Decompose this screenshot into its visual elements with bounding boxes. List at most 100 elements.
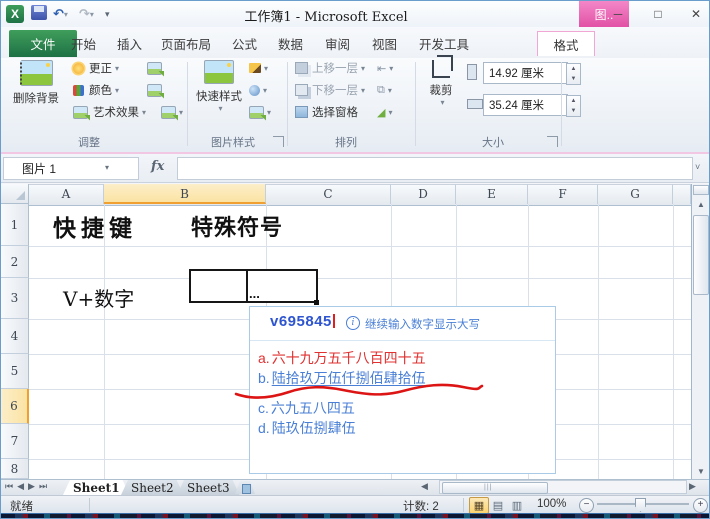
row-header-7[interactable]: 7 xyxy=(1,424,29,459)
chevron-down-icon: ▾ xyxy=(264,64,268,73)
info-icon: i xyxy=(346,316,360,330)
insert-function-icon[interactable]: fx xyxy=(151,159,164,174)
crop-button[interactable]: 裁剪 ▾ xyxy=(421,60,461,107)
ime-candidate-d[interactable]: d.陆玖伍捌肆伍 xyxy=(258,418,356,438)
hscroll-right-icon[interactable]: ▶ xyxy=(689,481,696,492)
picture-border-button[interactable]: ▾ xyxy=(249,60,268,76)
corrections-icon xyxy=(73,63,84,74)
ime-candidate-a[interactable]: a.六十九万五千八百四十五 xyxy=(258,348,426,368)
group-objects-button[interactable]: ⧉▾ xyxy=(377,82,392,98)
zoom-out-icon[interactable]: − xyxy=(579,498,594,513)
vertical-scroll-thumb[interactable] xyxy=(693,215,709,295)
split-box[interactable] xyxy=(693,185,709,195)
shape-width-field[interactable]: 35.24 厘米 ▲▼ xyxy=(483,94,568,116)
chevron-down-icon: ▾ xyxy=(267,108,271,117)
sheet-tab-sheet2[interactable]: Sheet2 xyxy=(121,480,184,495)
view-page-break-icon[interactable]: ▥ xyxy=(507,497,527,514)
tab-review[interactable]: 审阅 xyxy=(315,31,360,55)
ime-composition-ellipsis: ... xyxy=(249,286,260,301)
quick-styles-button[interactable]: 快速样式 ▾ xyxy=(193,60,245,113)
rotate-icon: ◢ xyxy=(377,106,385,119)
tab-format[interactable]: 格式 xyxy=(537,31,595,56)
send-backward-button[interactable]: 下移一层▾ xyxy=(295,82,365,98)
excel-logo-icon: X xyxy=(6,5,24,23)
close-button[interactable]: ✕ xyxy=(685,5,707,23)
corrections-button[interactable]: 更正▾ xyxy=(73,60,119,76)
picture-layout-button[interactable]: ▾ xyxy=(249,104,271,120)
chevron-down-icon: ▾ xyxy=(388,86,392,95)
sheet-tab-sheet3[interactable]: Sheet3 xyxy=(177,480,240,495)
reset-picture-button[interactable]: ▾ xyxy=(161,104,183,120)
scroll-down-icon[interactable]: ▼ xyxy=(693,467,709,476)
picture-effects-button[interactable]: ▾ xyxy=(249,82,267,98)
shape-height-field[interactable]: 14.92 厘米 ▲▼ xyxy=(483,62,568,84)
maximize-button[interactable]: □ xyxy=(647,5,669,23)
ime-composition-divider xyxy=(246,269,248,303)
selection-pane-button[interactable]: 选择窗格 xyxy=(295,104,358,120)
expand-formula-bar-icon[interactable]: ˅ xyxy=(695,162,700,172)
ribbon-tab-row: 文件 开始 插入 页面布局 公式 数据 审阅 视图 开发工具 格式 ˄ ? ─ … xyxy=(1,27,710,58)
artistic-effects-button[interactable]: 艺术效果▾ xyxy=(73,104,146,120)
chevron-down-icon: ▾ xyxy=(389,64,393,73)
tab-view[interactable]: 视图 xyxy=(362,31,407,55)
sheet-navigation-icons[interactable]: ⏮◀▶⏭ xyxy=(5,481,51,492)
reset-picture-icon xyxy=(161,106,176,119)
group-separator xyxy=(287,62,288,146)
undo-icon[interactable]: ↶▾ xyxy=(53,5,68,23)
title-bar: X ↶▾ ↷▾ ▾ 工作簿1 - Microsoft Excel 图.. ─ □… xyxy=(1,1,710,28)
redo-icon[interactable]: ↷▾ xyxy=(79,5,94,23)
row-header-4[interactable]: 4 xyxy=(1,319,29,354)
selection-pane-icon xyxy=(295,106,308,118)
minimize-button[interactable]: ─ xyxy=(607,5,629,23)
change-picture-button[interactable] xyxy=(147,82,162,98)
hscroll-left-icon[interactable]: ◀ xyxy=(421,481,428,492)
row-header-2[interactable]: 2 xyxy=(1,246,29,278)
compress-picture-button[interactable] xyxy=(147,60,162,76)
row-header-3[interactable]: 3 xyxy=(1,278,29,319)
change-picture-icon xyxy=(147,84,162,97)
chevron-down-icon: ▾ xyxy=(115,86,119,95)
group-separator xyxy=(187,62,188,146)
scroll-up-icon[interactable]: ▲ xyxy=(693,200,709,209)
view-normal-icon[interactable]: ▦ xyxy=(469,497,489,514)
align-button[interactable]: ⇤▾ xyxy=(377,60,393,76)
separator xyxy=(89,498,90,512)
ime-hint-text: 继续输入数字显示大写 xyxy=(365,316,480,332)
tab-formulas[interactable]: 公式 xyxy=(222,31,267,55)
height-stepper[interactable]: ▲▼ xyxy=(566,63,581,85)
status-count: 计数: 2 xyxy=(403,498,439,514)
color-button[interactable]: 颜色▾ xyxy=(73,82,119,98)
view-page-layout-icon[interactable]: ▤ xyxy=(488,497,508,514)
row-header-6[interactable]: 6 xyxy=(1,389,29,424)
zoom-in-icon[interactable]: + xyxy=(693,498,708,513)
separator xyxy=(463,498,464,512)
row-header-1[interactable]: 1 xyxy=(1,204,29,246)
formula-input[interactable] xyxy=(177,157,693,180)
tab-page-layout[interactable]: 页面布局 xyxy=(151,31,221,55)
tab-insert[interactable]: 插入 xyxy=(107,31,152,55)
dialog-launcher-icon[interactable] xyxy=(273,136,284,147)
row-header-8[interactable]: 8 xyxy=(1,459,29,479)
align-icon: ⇤ xyxy=(377,62,386,75)
width-stepper[interactable]: ▲▼ xyxy=(566,95,581,117)
qat-customize-icon[interactable]: ▾ xyxy=(105,5,110,23)
select-all-corner[interactable] xyxy=(1,184,29,204)
sheet-tab-sheet1[interactable]: Sheet1 xyxy=(63,480,130,495)
remove-background-button[interactable]: 删除背景 xyxy=(7,60,65,106)
dialog-launcher-icon[interactable] xyxy=(547,136,558,147)
name-box-dropdown-icon[interactable]: ▾ xyxy=(105,163,109,172)
tab-developer[interactable]: 开发工具 xyxy=(409,31,479,55)
tab-home[interactable]: 开始 xyxy=(61,31,106,55)
tab-data[interactable]: 数据 xyxy=(268,31,313,55)
group-label-size: 大小 xyxy=(463,134,523,150)
group-label-picture-styles: 图片样式 xyxy=(193,134,273,150)
horizontal-scroll-thumb[interactable] xyxy=(442,482,548,494)
bring-forward-button[interactable]: 上移一层▾ xyxy=(295,60,365,76)
rotate-button[interactable]: ◢▾ xyxy=(377,104,392,120)
ime-candidate-c[interactable]: c.六九五八四五 xyxy=(258,398,355,418)
chevron-down-icon: ▾ xyxy=(179,108,183,117)
fill-handle[interactable] xyxy=(314,300,319,305)
name-box[interactable]: 图片 1 xyxy=(3,157,139,180)
save-icon[interactable] xyxy=(31,5,47,20)
row-header-5[interactable]: 5 xyxy=(1,354,29,389)
